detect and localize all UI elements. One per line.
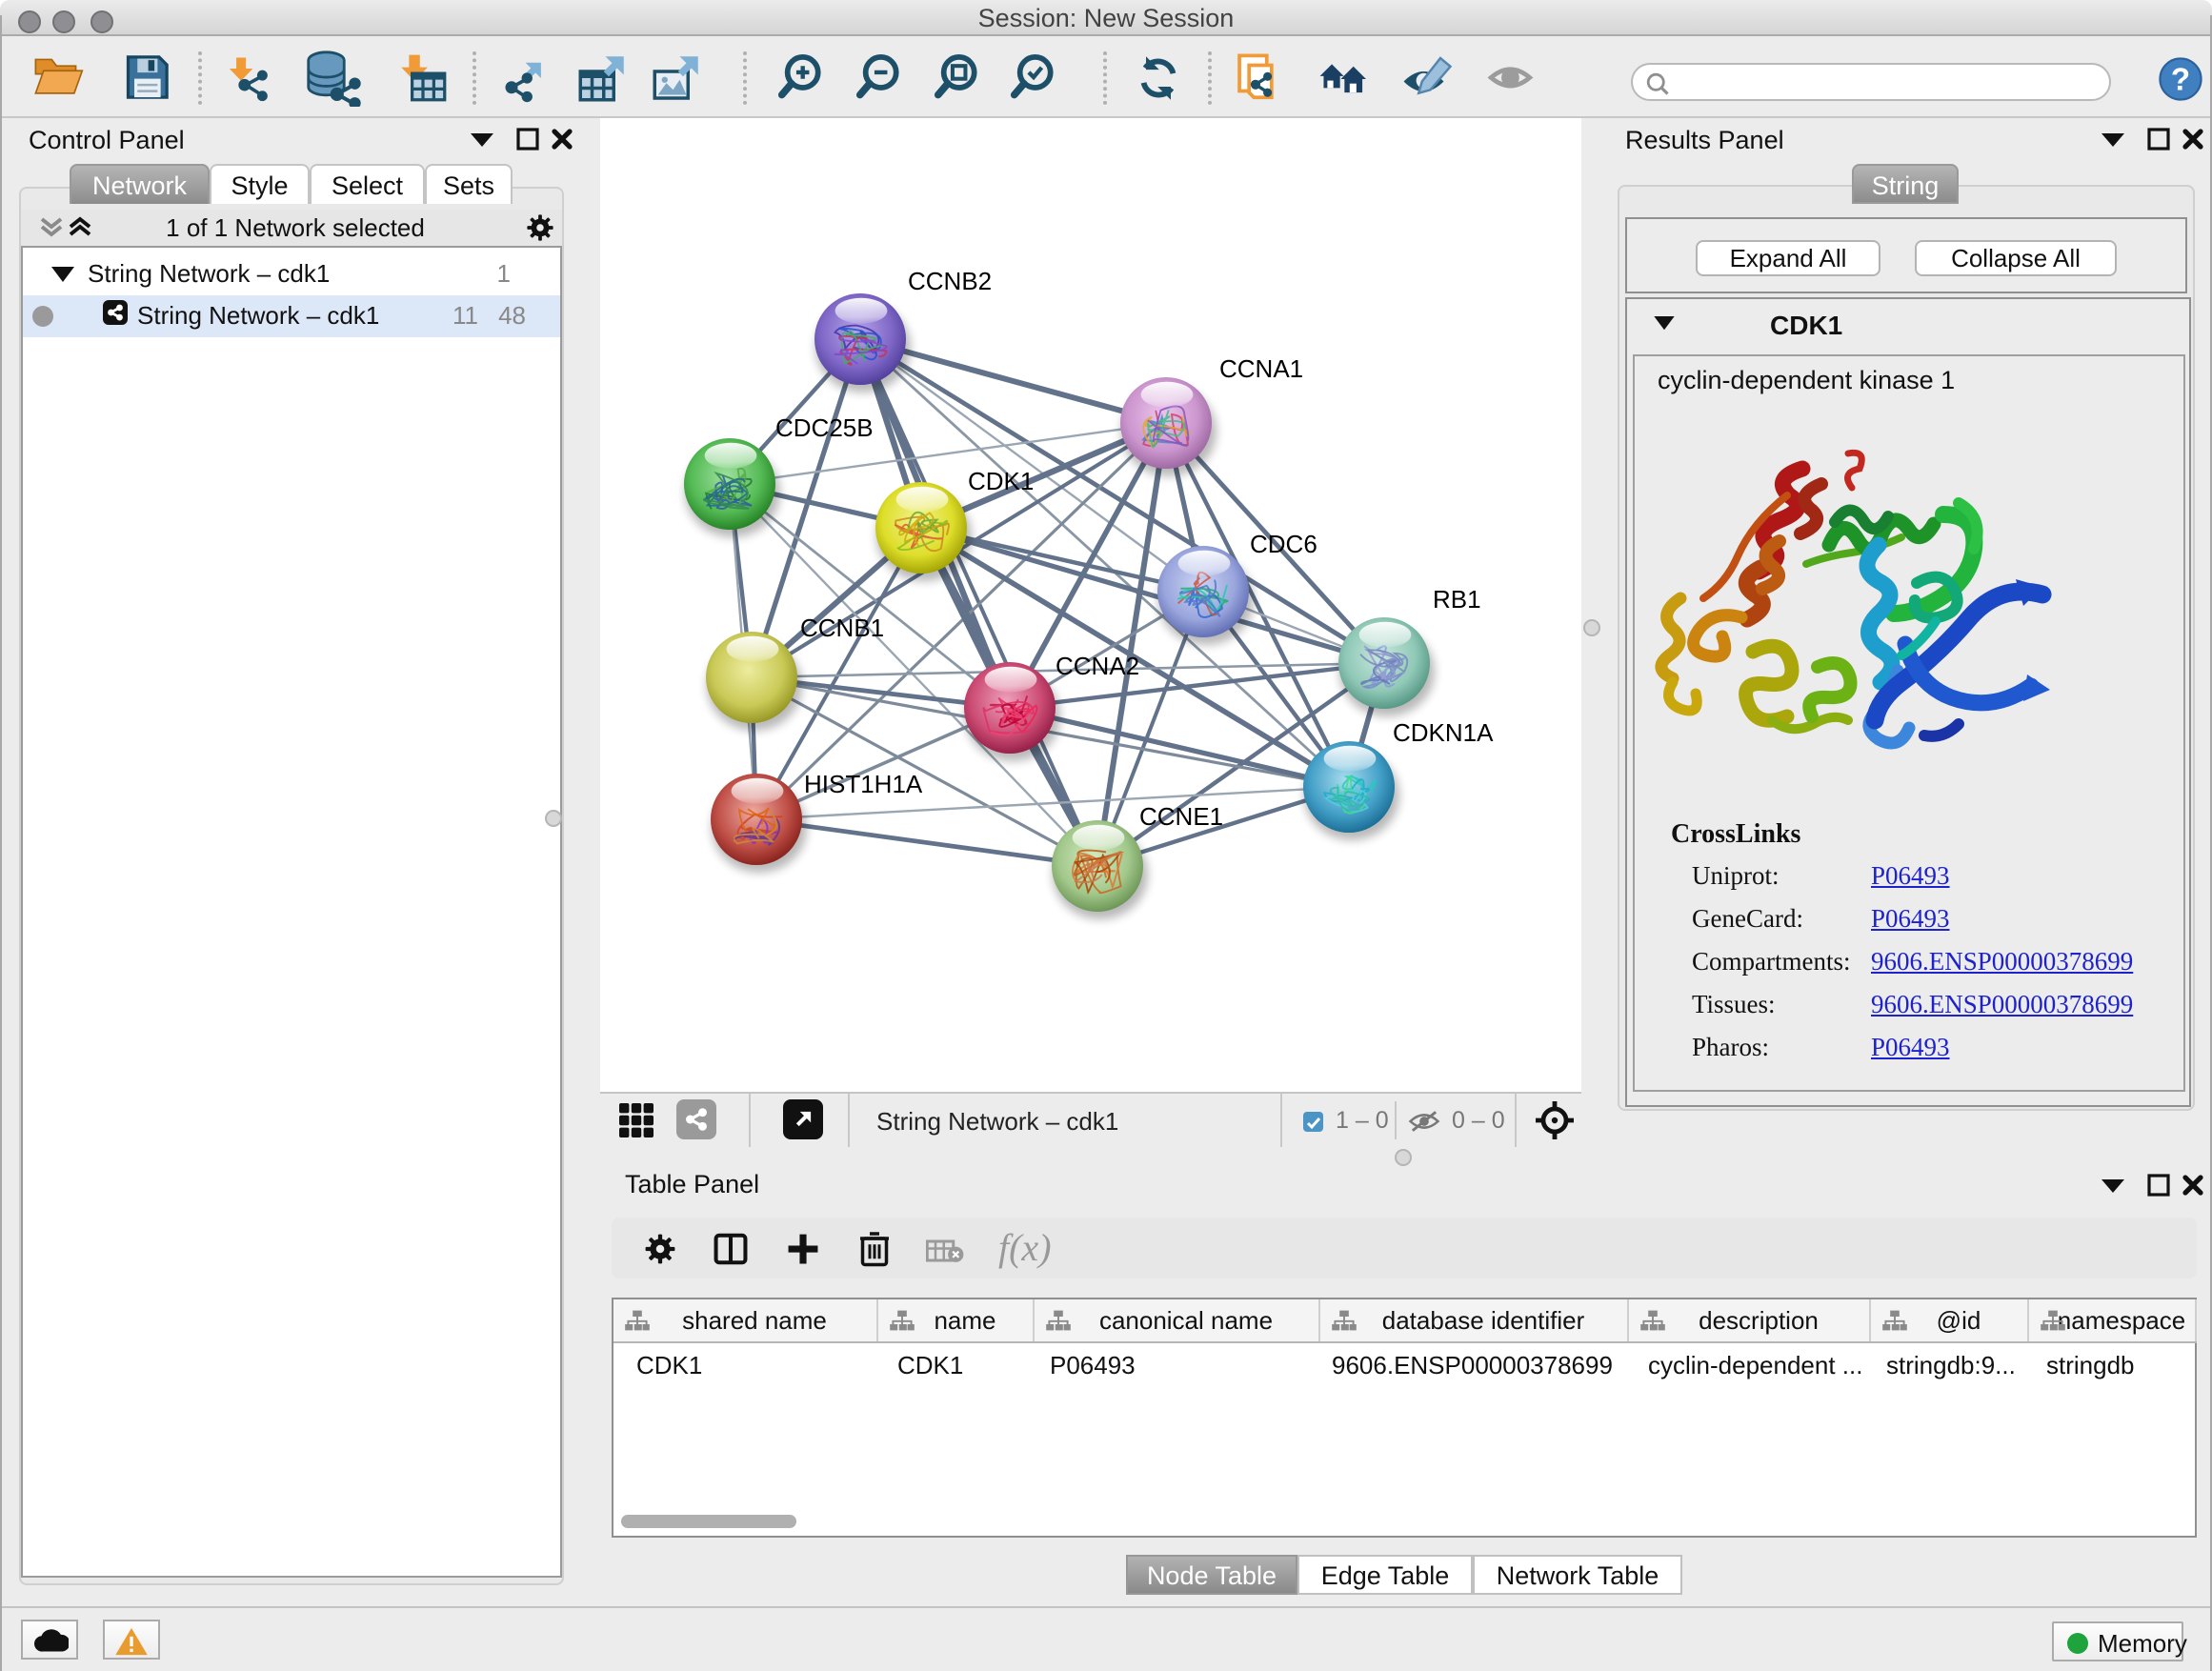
svg-text:CCNB1: CCNB1 bbox=[800, 614, 884, 642]
svg-text:?: ? bbox=[2171, 63, 2190, 98]
svg-text:CCNA2: CCNA2 bbox=[1056, 652, 1139, 680]
svg-text:CDC6: CDC6 bbox=[1250, 530, 1317, 558]
svg-text:CCNB2: CCNB2 bbox=[908, 267, 992, 295]
svg-text:CCNA1: CCNA1 bbox=[1219, 354, 1303, 383]
svg-text:HIST1H1A: HIST1H1A bbox=[804, 770, 923, 798]
svg-text:RB1: RB1 bbox=[1433, 585, 1481, 614]
svg-text:CDK1: CDK1 bbox=[968, 467, 1034, 495]
svg-text:CDKN1A: CDKN1A bbox=[1393, 718, 1494, 747]
svg-text:CCNE1: CCNE1 bbox=[1139, 802, 1223, 831]
svg-text:CDC25B: CDC25B bbox=[775, 413, 874, 442]
